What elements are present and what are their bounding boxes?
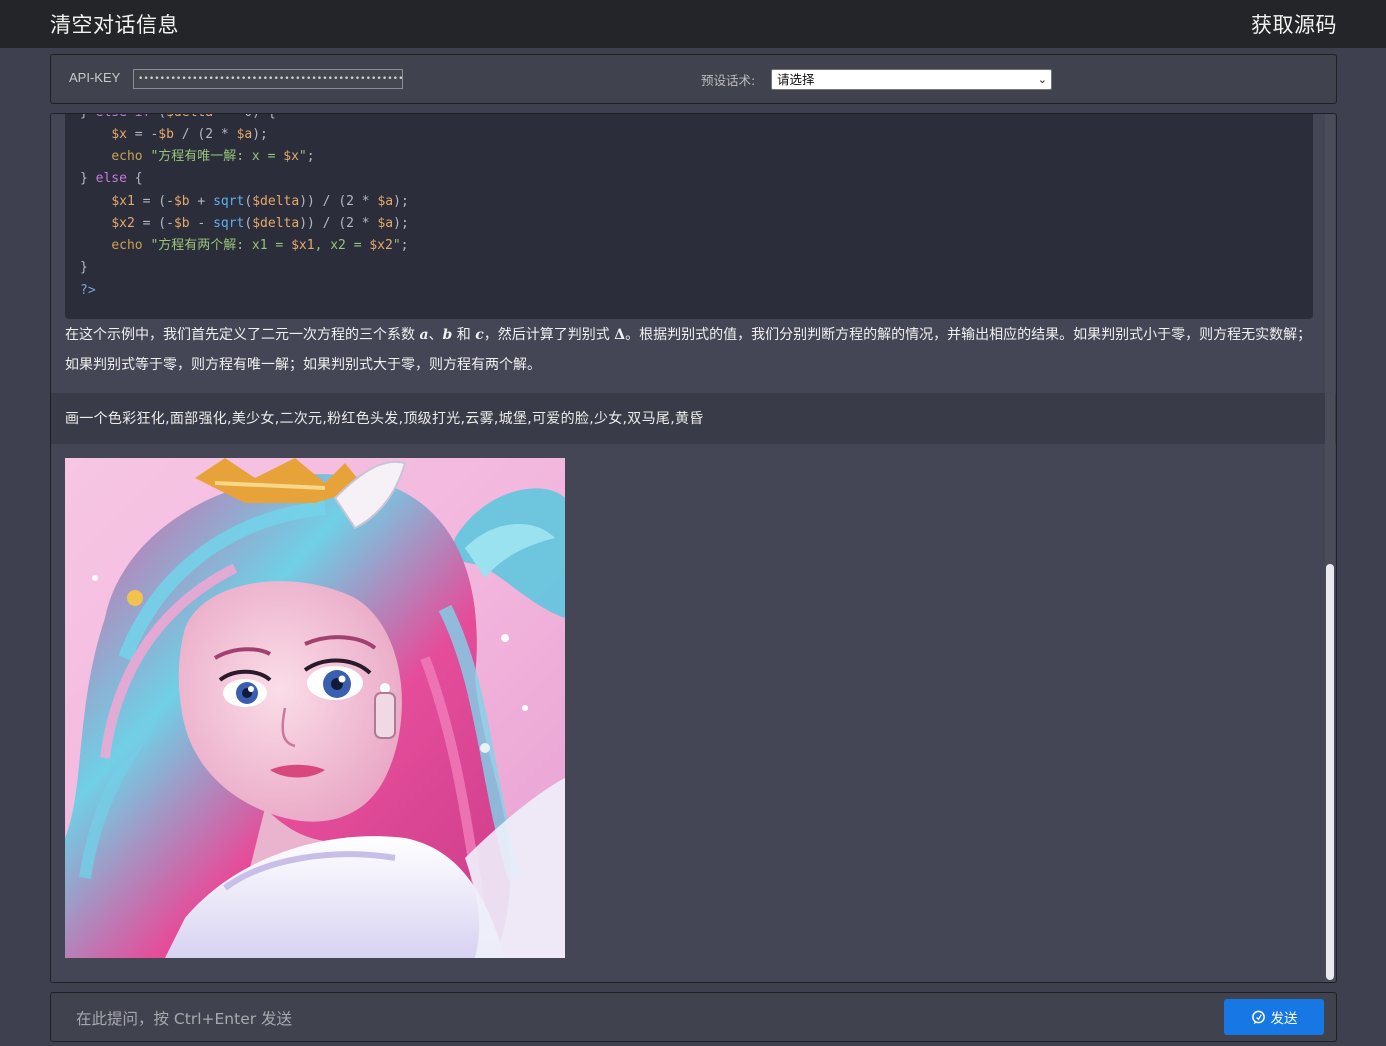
explanation-text: 在这个示例中，我们首先定义了二元一次方程的三个系数 a、b 和 c，然后计算了判… [65, 327, 1312, 373]
chat-icon [1251, 1010, 1265, 1024]
top-bar: 清空对话信息 获取源码 [0, 0, 1386, 48]
code-line: echo "方程有唯一解: x = $x"; [111, 149, 315, 164]
code-line: ?> [80, 283, 96, 298]
settings-bar: API-KEY ••••••••••••••••••••••••••••••••… [50, 54, 1337, 104]
chevron-down-icon: ⌄ [1037, 73, 1047, 86]
code-line: } [80, 260, 88, 275]
get-source-button[interactable]: 获取源码 [1251, 9, 1337, 39]
user-message: 画一个色彩狂化,面部强化,美少女,二次元,粉红色头发,顶级打光,云雾,城堡,可爱… [51, 393, 1336, 444]
api-key-input[interactable]: ••••••••••••••••••••••••••••••••••••••••… [133, 69, 403, 89]
preset-selected-value: 请选择 [777, 72, 815, 87]
user-prompt-text: 画一个色彩狂化,面部强化,美少女,二次元,粉红色头发,顶级打光,云雾,城堡,可爱… [65, 411, 704, 427]
assistant-message: } else if ($delta == 0) { $x = -$b / (2 … [51, 114, 1326, 393]
code-block: } else if ($delta == 0) { $x = -$b / (2 … [65, 114, 1313, 319]
code-line: } else { [80, 171, 143, 186]
preset-select[interactable]: 请选择 ⌄ [771, 69, 1052, 90]
code-line: echo "方程有两个解: x1 = $x1, x2 = $x2"; [111, 238, 409, 253]
api-key-label: API-KEY [69, 70, 121, 85]
clear-conversation-button[interactable]: 清空对话信息 [50, 9, 179, 39]
send-button[interactable]: 发送 [1224, 999, 1324, 1035]
code-line: $x = -$b / (2 * $a); [111, 127, 268, 142]
code-line: } else if ($delta == 0) { [80, 114, 276, 124]
generated-image[interactable] [65, 458, 565, 958]
code-line: $x1 = (-$b + sqrt($delta)) / (2 * $a); [111, 194, 409, 209]
preset-label: 预设话术: [701, 73, 756, 88]
send-label: 发送 [1270, 1011, 1298, 1027]
assistant-image-message [51, 444, 1326, 982]
chat-scrollbar-thumb[interactable] [1326, 564, 1334, 980]
input-bar: 在此提问，按 Ctrl+Enter 发送 发送 [50, 992, 1337, 1042]
chat-area[interactable]: } else if ($delta == 0) { $x = -$b / (2 … [50, 113, 1337, 983]
prompt-input[interactable]: 在此提问，按 Ctrl+Enter 发送 [76, 1007, 292, 1029]
code-line: $x2 = (-$b - sqrt($delta)) / (2 * $a); [111, 216, 409, 231]
